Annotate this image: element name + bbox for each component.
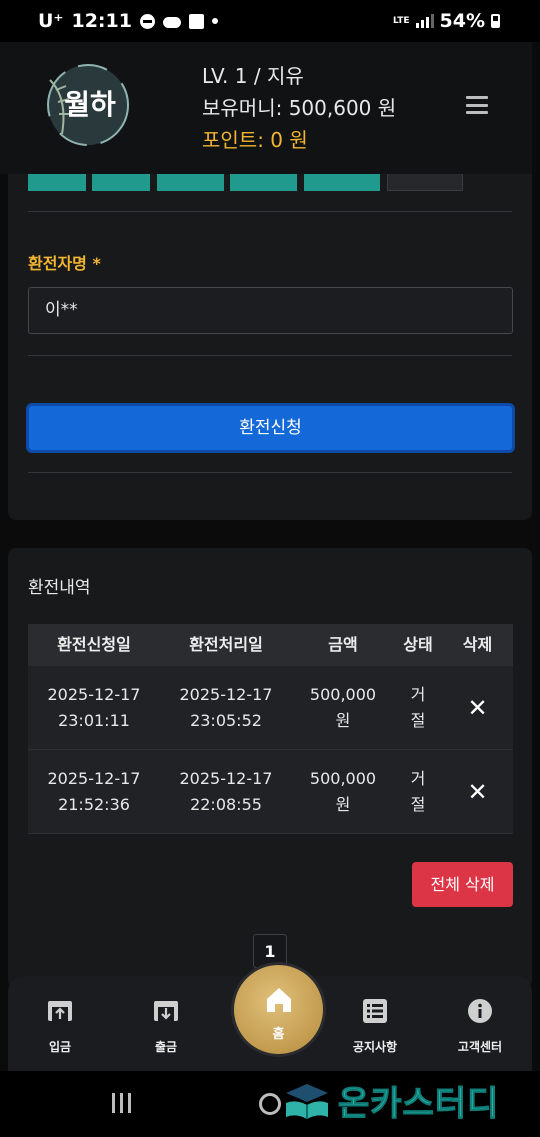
history-title: 환전내역: [28, 578, 91, 598]
nav-notice[interactable]: 공지사항: [330, 998, 420, 1055]
nav-support[interactable]: 고객센터: [435, 998, 525, 1055]
user-info: LV. 1 / 지유 보유머니: 500,600 원 포인트: 0 원: [202, 60, 396, 156]
do-not-disturb-icon: [139, 13, 155, 29]
wolha-logo[interactable]: 월하: [36, 62, 136, 148]
deposit-icon: [48, 1001, 72, 1021]
col-delete: 삭제: [462, 635, 493, 654]
exchange-request-button[interactable]: 환전신청: [26, 403, 515, 453]
col-status: 상태: [403, 635, 433, 654]
amount: 500,000: [309, 684, 377, 704]
col-amount: 금액: [328, 635, 358, 654]
history-table: 환전신청일 환전처리일 금액 상태 삭제 2025-12-17 23:01:11 …: [28, 624, 513, 834]
status-badge: 거절: [410, 768, 426, 814]
request-date: 2025-12-17: [47, 684, 141, 704]
nav-deposit[interactable]: 입금: [15, 998, 105, 1055]
system-home-icon[interactable]: [259, 1093, 281, 1115]
delete-all-button[interactable]: 전체 삭제: [412, 862, 513, 907]
network-type: LTE: [392, 15, 410, 26]
recent-apps-icon[interactable]: [112, 1093, 131, 1113]
request-time: 23:01:11: [58, 710, 130, 730]
divider: [28, 211, 512, 212]
col-process-date: 환전처리일: [189, 635, 263, 654]
app-header: 월하 LV. 1 / 지유 보유머니: 500,600 원 포인트: 0 원: [0, 42, 532, 174]
carrier-label: U⁺: [38, 10, 64, 32]
process-date: 2025-12-17: [179, 684, 273, 704]
table-row: 2025-12-17 21:52:36 2025-12-17 22:08:55 50…: [28, 750, 513, 834]
notification-dot-icon: [211, 18, 218, 24]
watermark: 온카스터디: [282, 1076, 499, 1125]
col-request-date: 환전신청일: [57, 635, 131, 654]
request-time: 21:52:36: [58, 794, 130, 814]
clock: 12:11: [71, 10, 132, 32]
user-points: 포인트: 0 원: [202, 128, 308, 152]
info-icon: [468, 999, 492, 1023]
table-header: 환전신청일 환전처리일 금액 상태 삭제: [28, 624, 513, 666]
delete-row-icon[interactable]: ✕: [467, 779, 487, 805]
nav-withdraw[interactable]: 출금: [121, 998, 211, 1055]
process-time: 22:08:55: [190, 794, 262, 814]
table-row: 2025-12-17 23:01:11 2025-12-17 23:05:52 50…: [28, 666, 513, 750]
process-time: 23:05:52: [190, 710, 262, 730]
amount-unit: 원: [335, 710, 351, 730]
divider: [28, 355, 512, 356]
graduation-book-icon: [286, 1083, 328, 1119]
home-icon: [266, 988, 291, 1012]
amount-unit: 원: [335, 794, 351, 814]
battery-percent: 54%: [439, 10, 485, 32]
user-level: LV. 1 / 지유: [202, 64, 304, 88]
signal-icon: [415, 14, 434, 28]
amount: 500,000: [309, 768, 377, 788]
divider: [28, 472, 512, 473]
nav-home[interactable]: 홈: [231, 962, 326, 1057]
logo-text: 월하: [64, 88, 116, 121]
process-date: 2025-12-17: [179, 768, 273, 788]
status-badge: 거절: [410, 684, 426, 730]
hamburger-menu-icon[interactable]: [466, 96, 488, 114]
battery-icon: [491, 14, 500, 28]
cloud-icon: [162, 17, 181, 28]
depositor-label: 환전자명 *: [28, 254, 101, 273]
delete-row-icon[interactable]: ✕: [467, 695, 487, 721]
withdraw-icon: [154, 1001, 178, 1021]
notice-list-icon: [363, 999, 387, 1023]
status-bar: U⁺ 12:11 LTE 54%: [0, 0, 540, 42]
depositor-name-input[interactable]: 이**: [28, 287, 513, 334]
user-money: 보유머니: 500,600 원: [202, 96, 397, 120]
gallery-icon: [188, 13, 204, 29]
request-date: 2025-12-17: [47, 768, 141, 788]
